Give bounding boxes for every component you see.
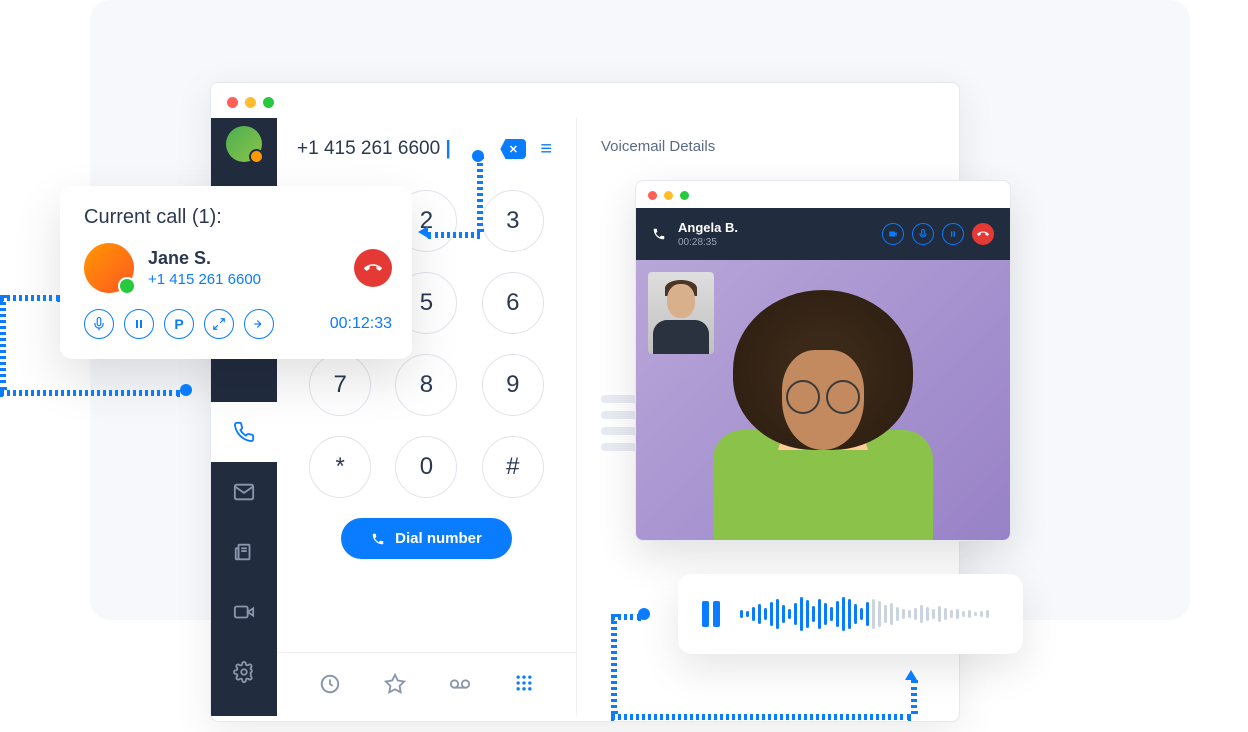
- details-title: Voicemail Details: [601, 138, 935, 155]
- video-mic-icon[interactable]: [912, 223, 934, 245]
- expand-icon[interactable]: [204, 309, 234, 339]
- hangup-button[interactable]: [354, 249, 392, 287]
- park-icon[interactable]: P: [164, 309, 194, 339]
- annotation-line: [428, 232, 480, 238]
- video-window-controls: [636, 181, 1010, 208]
- key-6[interactable]: 6: [482, 272, 544, 334]
- close-dot[interactable]: [648, 191, 657, 200]
- user-avatar[interactable]: [226, 126, 262, 162]
- sidebar-video-icon[interactable]: [211, 582, 277, 642]
- call-duration: 00:12:33: [330, 315, 392, 333]
- bottom-tabs: [277, 652, 576, 716]
- sidebar-mail-icon[interactable]: [211, 462, 277, 522]
- keypad-icon[interactable]: [514, 673, 534, 700]
- annotation-line: [611, 714, 911, 720]
- current-call-card: Current call (1): Jane S. +1 415 261 660…: [60, 186, 412, 359]
- pause-icon[interactable]: [124, 309, 154, 339]
- key-hash[interactable]: #: [482, 436, 544, 498]
- annotation-arrow-icon: [905, 670, 917, 680]
- video-frame: [636, 260, 1010, 540]
- video-call-duration: 00:28:35: [678, 237, 738, 248]
- history-icon[interactable]: [319, 673, 341, 700]
- window-controls: [211, 83, 959, 118]
- key-star[interactable]: *: [309, 436, 371, 498]
- current-call-title: Current call (1):: [84, 206, 392, 229]
- annotation-arrow-icon: [418, 226, 428, 238]
- video-window: Angela B. 00:28:35: [635, 180, 1011, 541]
- phone-icon: [371, 532, 385, 546]
- key-3[interactable]: 3: [482, 190, 544, 252]
- video-main-participant: [703, 280, 943, 540]
- transfer-icon[interactable]: [244, 309, 274, 339]
- video-self-thumbnail[interactable]: [648, 272, 714, 354]
- caller-avatar[interactable]: [84, 243, 134, 293]
- backspace-icon[interactable]: ✕: [500, 139, 526, 159]
- phone-input-row: +1 415 261 6600 | ✕ ≡: [277, 130, 576, 178]
- video-controls: [882, 223, 994, 245]
- video-hangup-icon[interactable]: [972, 223, 994, 245]
- voicemail-player: [678, 574, 1023, 654]
- key-9[interactable]: 9: [482, 354, 544, 416]
- phone-icon: [652, 227, 666, 241]
- annotation-line: [0, 295, 6, 390]
- minimize-dot[interactable]: [664, 191, 673, 200]
- annotation-line: [477, 156, 483, 232]
- annotation-line: [0, 295, 60, 301]
- sidebar-settings-icon[interactable]: [211, 642, 277, 702]
- video-camera-icon[interactable]: [882, 223, 904, 245]
- annotation-line: [911, 680, 917, 714]
- key-8[interactable]: 8: [395, 354, 457, 416]
- mute-icon[interactable]: [84, 309, 114, 339]
- phone-number-display[interactable]: +1 415 261 6600 |: [297, 138, 490, 160]
- minimize-dot[interactable]: [245, 97, 256, 108]
- video-header: Angela B. 00:28:35: [636, 208, 1010, 260]
- close-dot[interactable]: [227, 97, 238, 108]
- voicemail-pause-icon[interactable]: [702, 601, 720, 627]
- star-icon[interactable]: [384, 673, 406, 700]
- key-0[interactable]: 0: [395, 436, 457, 498]
- annotation-line: [0, 390, 180, 396]
- annotation-line: [611, 614, 617, 714]
- video-pause-icon[interactable]: [942, 223, 964, 245]
- dial-label: Dial number: [395, 530, 482, 547]
- annotation-dot: [180, 384, 192, 396]
- caller-number[interactable]: +1 415 261 6600: [148, 271, 340, 288]
- maximize-dot[interactable]: [263, 97, 274, 108]
- waveform[interactable]: [740, 594, 999, 634]
- caller-name: Jane S.: [148, 248, 340, 269]
- sidebar-fax-icon[interactable]: [211, 522, 277, 582]
- video-caller-name: Angela B.: [678, 220, 738, 235]
- sidebar-phone-icon[interactable]: [211, 402, 277, 462]
- maximize-dot[interactable]: [680, 191, 689, 200]
- call-actions: P 00:12:33: [84, 309, 392, 339]
- key-7[interactable]: 7: [309, 354, 371, 416]
- menu-icon[interactable]: ≡: [536, 145, 556, 153]
- dial-button[interactable]: Dial number: [341, 518, 512, 559]
- voicemail-icon[interactable]: [449, 673, 471, 700]
